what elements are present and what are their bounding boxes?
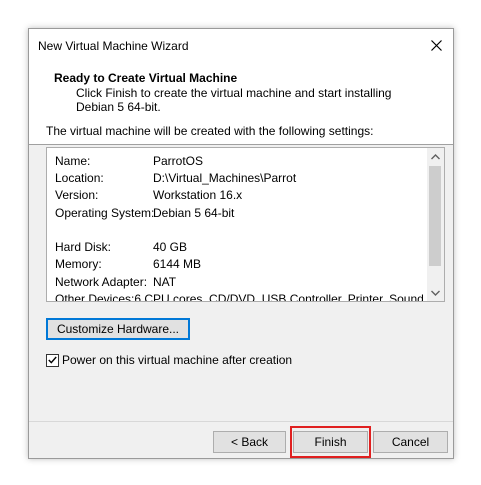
setting-row-name: Name: ParrotOS bbox=[55, 152, 426, 169]
chevron-up-icon bbox=[431, 153, 440, 159]
close-icon bbox=[430, 39, 442, 51]
setting-key: Hard Disk: bbox=[55, 240, 112, 255]
setting-value: NAT bbox=[153, 274, 177, 289]
scroll-down-button[interactable] bbox=[427, 284, 444, 301]
cancel-button[interactable]: Cancel bbox=[373, 431, 448, 453]
scroll-thumb[interactable] bbox=[429, 166, 441, 266]
power-on-checkbox[interactable] bbox=[46, 353, 59, 367]
setting-key: Version: bbox=[55, 188, 99, 203]
setting-row-other-devices: Other Devices: 6 CPU cores, CD/DVD, USB … bbox=[55, 290, 434, 302]
setting-key: Other Devices: bbox=[55, 292, 135, 302]
window-title: New Virtual Machine Wizard bbox=[38, 39, 189, 53]
close-button[interactable] bbox=[419, 29, 453, 61]
setting-key: Name: bbox=[55, 153, 91, 168]
setting-value: D:\Virtual_Machines\Parrot bbox=[153, 170, 297, 185]
checkmark-icon bbox=[48, 356, 57, 364]
settings-list[interactable]: Name: ParrotOS Location: D:\Virtual_Mach… bbox=[46, 147, 445, 302]
setting-row-memory: Memory: 6144 MB bbox=[55, 256, 426, 273]
setting-row-version: Version: Workstation 16.x bbox=[55, 187, 426, 204]
setting-value: Workstation 16.x bbox=[153, 188, 243, 203]
vertical-scrollbar[interactable] bbox=[427, 148, 444, 301]
setting-key: Location: bbox=[55, 170, 104, 185]
setting-row-os: Operating System: Debian 5 64-bit bbox=[55, 204, 426, 221]
chevron-down-icon bbox=[431, 290, 440, 296]
setting-value: 6144 MB bbox=[153, 257, 202, 272]
page-title: Ready to Create Virtual Machine bbox=[54, 71, 238, 85]
wizard-window: New Virtual Machine Wizard Ready to Crea… bbox=[28, 28, 454, 459]
setting-key: Operating System: bbox=[55, 205, 155, 220]
setting-value: 40 GB bbox=[153, 240, 188, 255]
setting-value: 6 CPU cores, CD/DVD, USB Controller, Pri… bbox=[134, 292, 434, 302]
setting-value: Debian 5 64-bit bbox=[153, 205, 235, 220]
setting-row-spacer bbox=[55, 221, 426, 238]
setting-row-network: Network Adapter: NAT bbox=[55, 273, 426, 290]
settings-intro: The virtual machine will be created with… bbox=[46, 124, 374, 138]
setting-value: ParrotOS bbox=[153, 153, 204, 168]
setting-key: Network Adapter: bbox=[55, 274, 148, 289]
setting-key: Memory: bbox=[55, 257, 102, 272]
customize-hardware-button[interactable]: Customize Hardware... bbox=[46, 318, 190, 340]
scroll-up-button[interactable] bbox=[427, 148, 444, 165]
settings-rows: Name: ParrotOS Location: D:\Virtual_Mach… bbox=[55, 152, 434, 302]
power-on-label: Power on this virtual machine after crea… bbox=[62, 353, 293, 367]
power-on-option[interactable]: Power on this virtual machine after crea… bbox=[46, 353, 292, 367]
page-description: Click Finish to create the virtual machi… bbox=[76, 86, 392, 114]
setting-row-location: Location: D:\Virtual_Machines\Parrot bbox=[55, 169, 426, 186]
title-bar: New Virtual Machine Wizard bbox=[29, 29, 453, 63]
setting-row-hard-disk: Hard Disk: 40 GB bbox=[55, 238, 426, 255]
finish-button[interactable]: Finish bbox=[293, 431, 368, 453]
back-button[interactable]: < Back bbox=[213, 431, 286, 453]
footer-divider bbox=[29, 421, 453, 422]
